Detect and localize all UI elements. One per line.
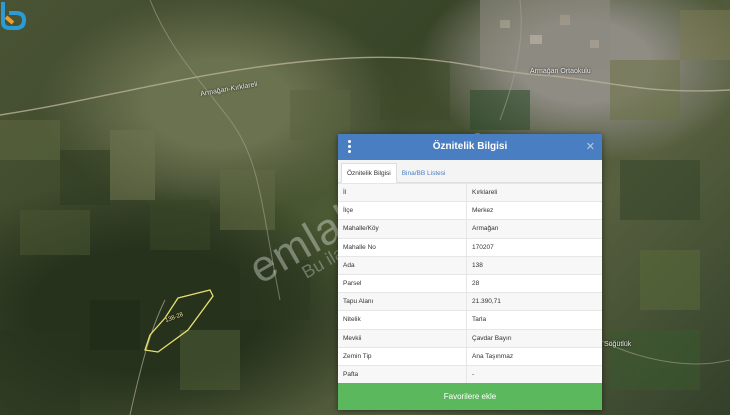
row-value: 21.390,71 xyxy=(466,292,602,311)
table-row: İl Kırklareli xyxy=(338,182,602,202)
row-value: Merkez xyxy=(466,201,602,220)
close-icon[interactable]: ✕ xyxy=(586,140,595,153)
panel-tabs: Öznitelik Bilgisi Bina/BB Listesi xyxy=(338,160,602,183)
table-row: İlçe Merkez xyxy=(338,201,602,220)
panel-header: Öznitelik Bilgisi ✕ xyxy=(338,134,602,160)
row-value: 138 xyxy=(466,255,602,275)
row-key: Ada xyxy=(338,255,467,275)
row-key: Tapu Alanı xyxy=(338,292,467,311)
place-label-sogutluk: Söğütlük xyxy=(604,341,632,348)
row-value: Armağan xyxy=(466,219,602,239)
row-key: Mevkii xyxy=(338,328,467,348)
row-value: Kırklareli xyxy=(466,182,602,202)
row-key: İlçe xyxy=(338,201,467,220)
tab-building-list[interactable]: Bina/BB Listesi xyxy=(397,164,451,182)
table-row: Ada 138 xyxy=(338,255,602,275)
table-row: Pafta - xyxy=(338,364,602,384)
row-value: Ana Taşınmaz xyxy=(466,346,602,366)
row-key: Mahalle No xyxy=(338,237,467,257)
tab-attribute-info[interactable]: Öznitelik Bilgisi xyxy=(341,163,397,183)
row-value: Çavdar Bayırı xyxy=(466,328,602,348)
emlakjet-logo-icon xyxy=(0,2,26,30)
place-label-school: Armağan Ortaokulu xyxy=(530,68,591,75)
table-row: Mevkii Çavdar Bayırı xyxy=(338,328,602,348)
attribute-table: İl Kırklareli İlçe Merkez Mahalle/Köy Armağ… xyxy=(338,182,602,384)
row-value: 28 xyxy=(466,273,602,293)
table-row: Mahalle No 170207 xyxy=(338,237,602,257)
row-key: Pafta xyxy=(338,364,467,384)
row-key: Mahalle/Köy xyxy=(338,219,467,239)
table-row: Nitelik Tarla xyxy=(338,310,602,329)
row-key: Nitelik xyxy=(338,310,467,329)
row-key: Zemin Tip xyxy=(338,346,467,366)
add-to-favorites-button[interactable]: Favorilere ekle xyxy=(338,383,602,410)
row-value: - xyxy=(466,364,602,384)
attribute-info-panel: Öznitelik Bilgisi ✕ Öznitelik Bilgisi Bi… xyxy=(338,134,602,410)
table-row: Parsel 28 xyxy=(338,273,602,293)
row-key: İl xyxy=(338,182,467,202)
table-row: Zemin Tip Ana Taşınmaz xyxy=(338,346,602,366)
table-row: Tapu Alanı 21.390,71 xyxy=(338,292,602,311)
row-key: Parsel xyxy=(338,273,467,293)
table-row: Mahalle/Köy Armağan xyxy=(338,219,602,239)
row-value: Tarla xyxy=(466,310,602,329)
panel-title: Öznitelik Bilgisi xyxy=(432,141,508,152)
row-value: 170207 xyxy=(466,237,602,257)
